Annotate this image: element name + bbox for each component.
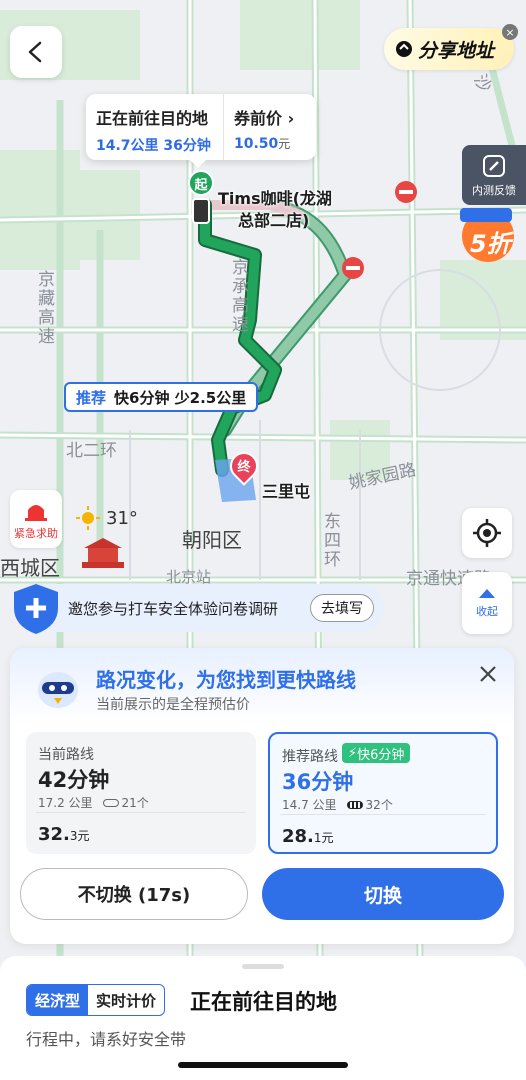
recommended-price-int: 28. (282, 826, 314, 847)
tag-economy: 经济型 (27, 985, 89, 1015)
emergency-help-button[interactable]: 紧急求助 (10, 490, 62, 548)
alarm-icon (25, 504, 47, 521)
panel-title: 路况变化，为您找到更快路线 (96, 668, 356, 692)
close-icon[interactable]: × (502, 24, 518, 40)
collapse-button[interactable]: 收起 (462, 572, 512, 634)
recommended-route-label: 推荐路线 (282, 749, 338, 765)
lightning-icon: ⚡ (348, 745, 358, 761)
landmark-icon (80, 534, 126, 570)
recommended-route-time: 36分钟 (282, 770, 354, 794)
fast-badge: ⚡ 快6分钟 (342, 743, 411, 763)
sun-icon (76, 506, 100, 530)
safety-survey-banner[interactable]: 邀您参与打车安全体验问卷调研 去填写 (14, 584, 384, 634)
survey-fill-button[interactable]: 去填写 (310, 594, 374, 622)
recommended-route-distance: 14.7 公里 (282, 798, 337, 812)
drag-handle[interactable] (242, 964, 284, 969)
recommended-price-unit: 元 (321, 831, 334, 845)
start-marker-icon: 起 (188, 170, 214, 196)
promo-badge[interactable]: 5折 (456, 204, 520, 264)
recommend-detail: 快6分钟 少2.5公里 (114, 388, 247, 407)
share-label: 分享地址 (418, 39, 495, 62)
survey-text: 邀您参与打车安全体验问卷调研 (68, 599, 279, 618)
switch-route-button[interactable]: 切换 (262, 868, 504, 920)
weather-temp: 31° (106, 507, 138, 529)
back-button[interactable] (10, 26, 62, 78)
trip-status: 正在前往目的地 (96, 109, 209, 128)
current-price-int: 32. (38, 824, 70, 845)
keep-route-button[interactable]: 不切换 (17s) (20, 868, 248, 920)
current-route-meta: 17.2 公里 21个 (38, 794, 149, 811)
recommend-label: 推荐 (76, 388, 107, 407)
start-poi-name: Tims咖啡(龙湖 总部二店) (218, 188, 332, 232)
recommended-route-lights: 32个 (365, 798, 393, 812)
road-label-dongsihuan: 东四环 (320, 512, 340, 569)
shield-plus-icon (14, 584, 58, 634)
current-route-time: 42分钟 (38, 768, 110, 792)
district-label-xicheng: 西城区 (0, 556, 60, 580)
fast-badge-text: 快6分钟 (357, 747, 405, 763)
crosshair-icon (473, 519, 501, 547)
price-unit: 元 (278, 137, 291, 151)
weather-widget: 31° (76, 506, 138, 530)
start-poi-line1: Tims咖啡(龙湖 (218, 189, 332, 208)
current-route-card[interactable]: 当前路线 42分钟 17.2 公里 21个 32.3元 (26, 732, 256, 854)
internal-feedback-button[interactable]: 内测反馈 (462, 145, 526, 205)
divider (36, 812, 246, 813)
recommended-route-meta: 14.7 公里 32个 (282, 796, 393, 813)
district-label-chaoyang: 朝阳区 (182, 528, 242, 552)
share-address-button[interactable]: 分享地址 × (384, 24, 518, 70)
panel-subtitle: 当前展示的是全程预估价 (96, 697, 250, 713)
traffic-light-icon (102, 798, 119, 807)
traffic-light-icon (346, 800, 363, 809)
start-poi-line2: 总部二店) (238, 211, 310, 230)
road-label-jingcheng: 京承高速 (228, 258, 248, 334)
price-value: 10.50 (234, 136, 279, 152)
price-label: 券前价 (234, 109, 283, 128)
road-label-jingzang: 京藏高速 (34, 270, 54, 346)
trip-distance-time: 14.7公里 36分钟 (96, 138, 211, 154)
home-indicator[interactable] (178, 1062, 348, 1068)
car-icon (192, 198, 210, 224)
route-change-panel: 路况变化，为您找到更快路线 当前展示的是全程预估价 当前路线 42分钟 17.2… (10, 648, 514, 944)
recommended-route-price: 28.1元 (282, 826, 334, 847)
trip-info-card[interactable]: 正在前往目的地 14.7公里 36分钟 券前价 › 10.50元 (86, 94, 316, 168)
chevron-right-icon: › (287, 109, 295, 128)
current-price-dec: 3 (69, 829, 78, 843)
feedback-label: 内测反馈 (472, 183, 516, 197)
end-marker-label: 终 (237, 460, 251, 475)
chevron-left-icon (28, 41, 42, 63)
current-route-label: 当前路线 (38, 747, 94, 763)
recommended-price-dec: 1 (313, 831, 322, 845)
mascot-icon (38, 672, 78, 708)
recommended-route-card[interactable]: 推荐路线 ⚡ 快6分钟 36分钟 14.7 公里 32个 28.1元 (268, 732, 498, 854)
ride-type-tags: 经济型 实时计价 (26, 984, 166, 1016)
tag-realtime: 实时计价 (96, 991, 157, 1010)
current-route-lights: 21个 (121, 796, 149, 810)
recommend-route-tag[interactable]: 推荐 快6分钟 少2.5公里 (64, 382, 259, 412)
close-icon[interactable] (476, 662, 500, 686)
trip-status-subtitle: 行程中，请系好安全带 (26, 1030, 187, 1049)
current-route-distance: 17.2 公里 (38, 796, 93, 810)
share-icon (396, 41, 412, 57)
divider (280, 814, 486, 815)
sos-label: 紧急求助 (14, 526, 58, 540)
end-poi-name: 三里屯 (262, 482, 311, 501)
road-label-beierhuan: 北二环 (66, 441, 117, 461)
trip-status-title: 正在前往目的地 (190, 990, 337, 1014)
collapse-label: 收起 (476, 605, 498, 618)
locate-button[interactable] (462, 508, 512, 558)
current-route-price: 32.3元 (38, 824, 90, 845)
edit-icon (483, 154, 505, 177)
promo-badge-text: 5折 (470, 230, 511, 258)
current-price-unit: 元 (77, 829, 90, 843)
triangle-up-icon (479, 589, 495, 598)
